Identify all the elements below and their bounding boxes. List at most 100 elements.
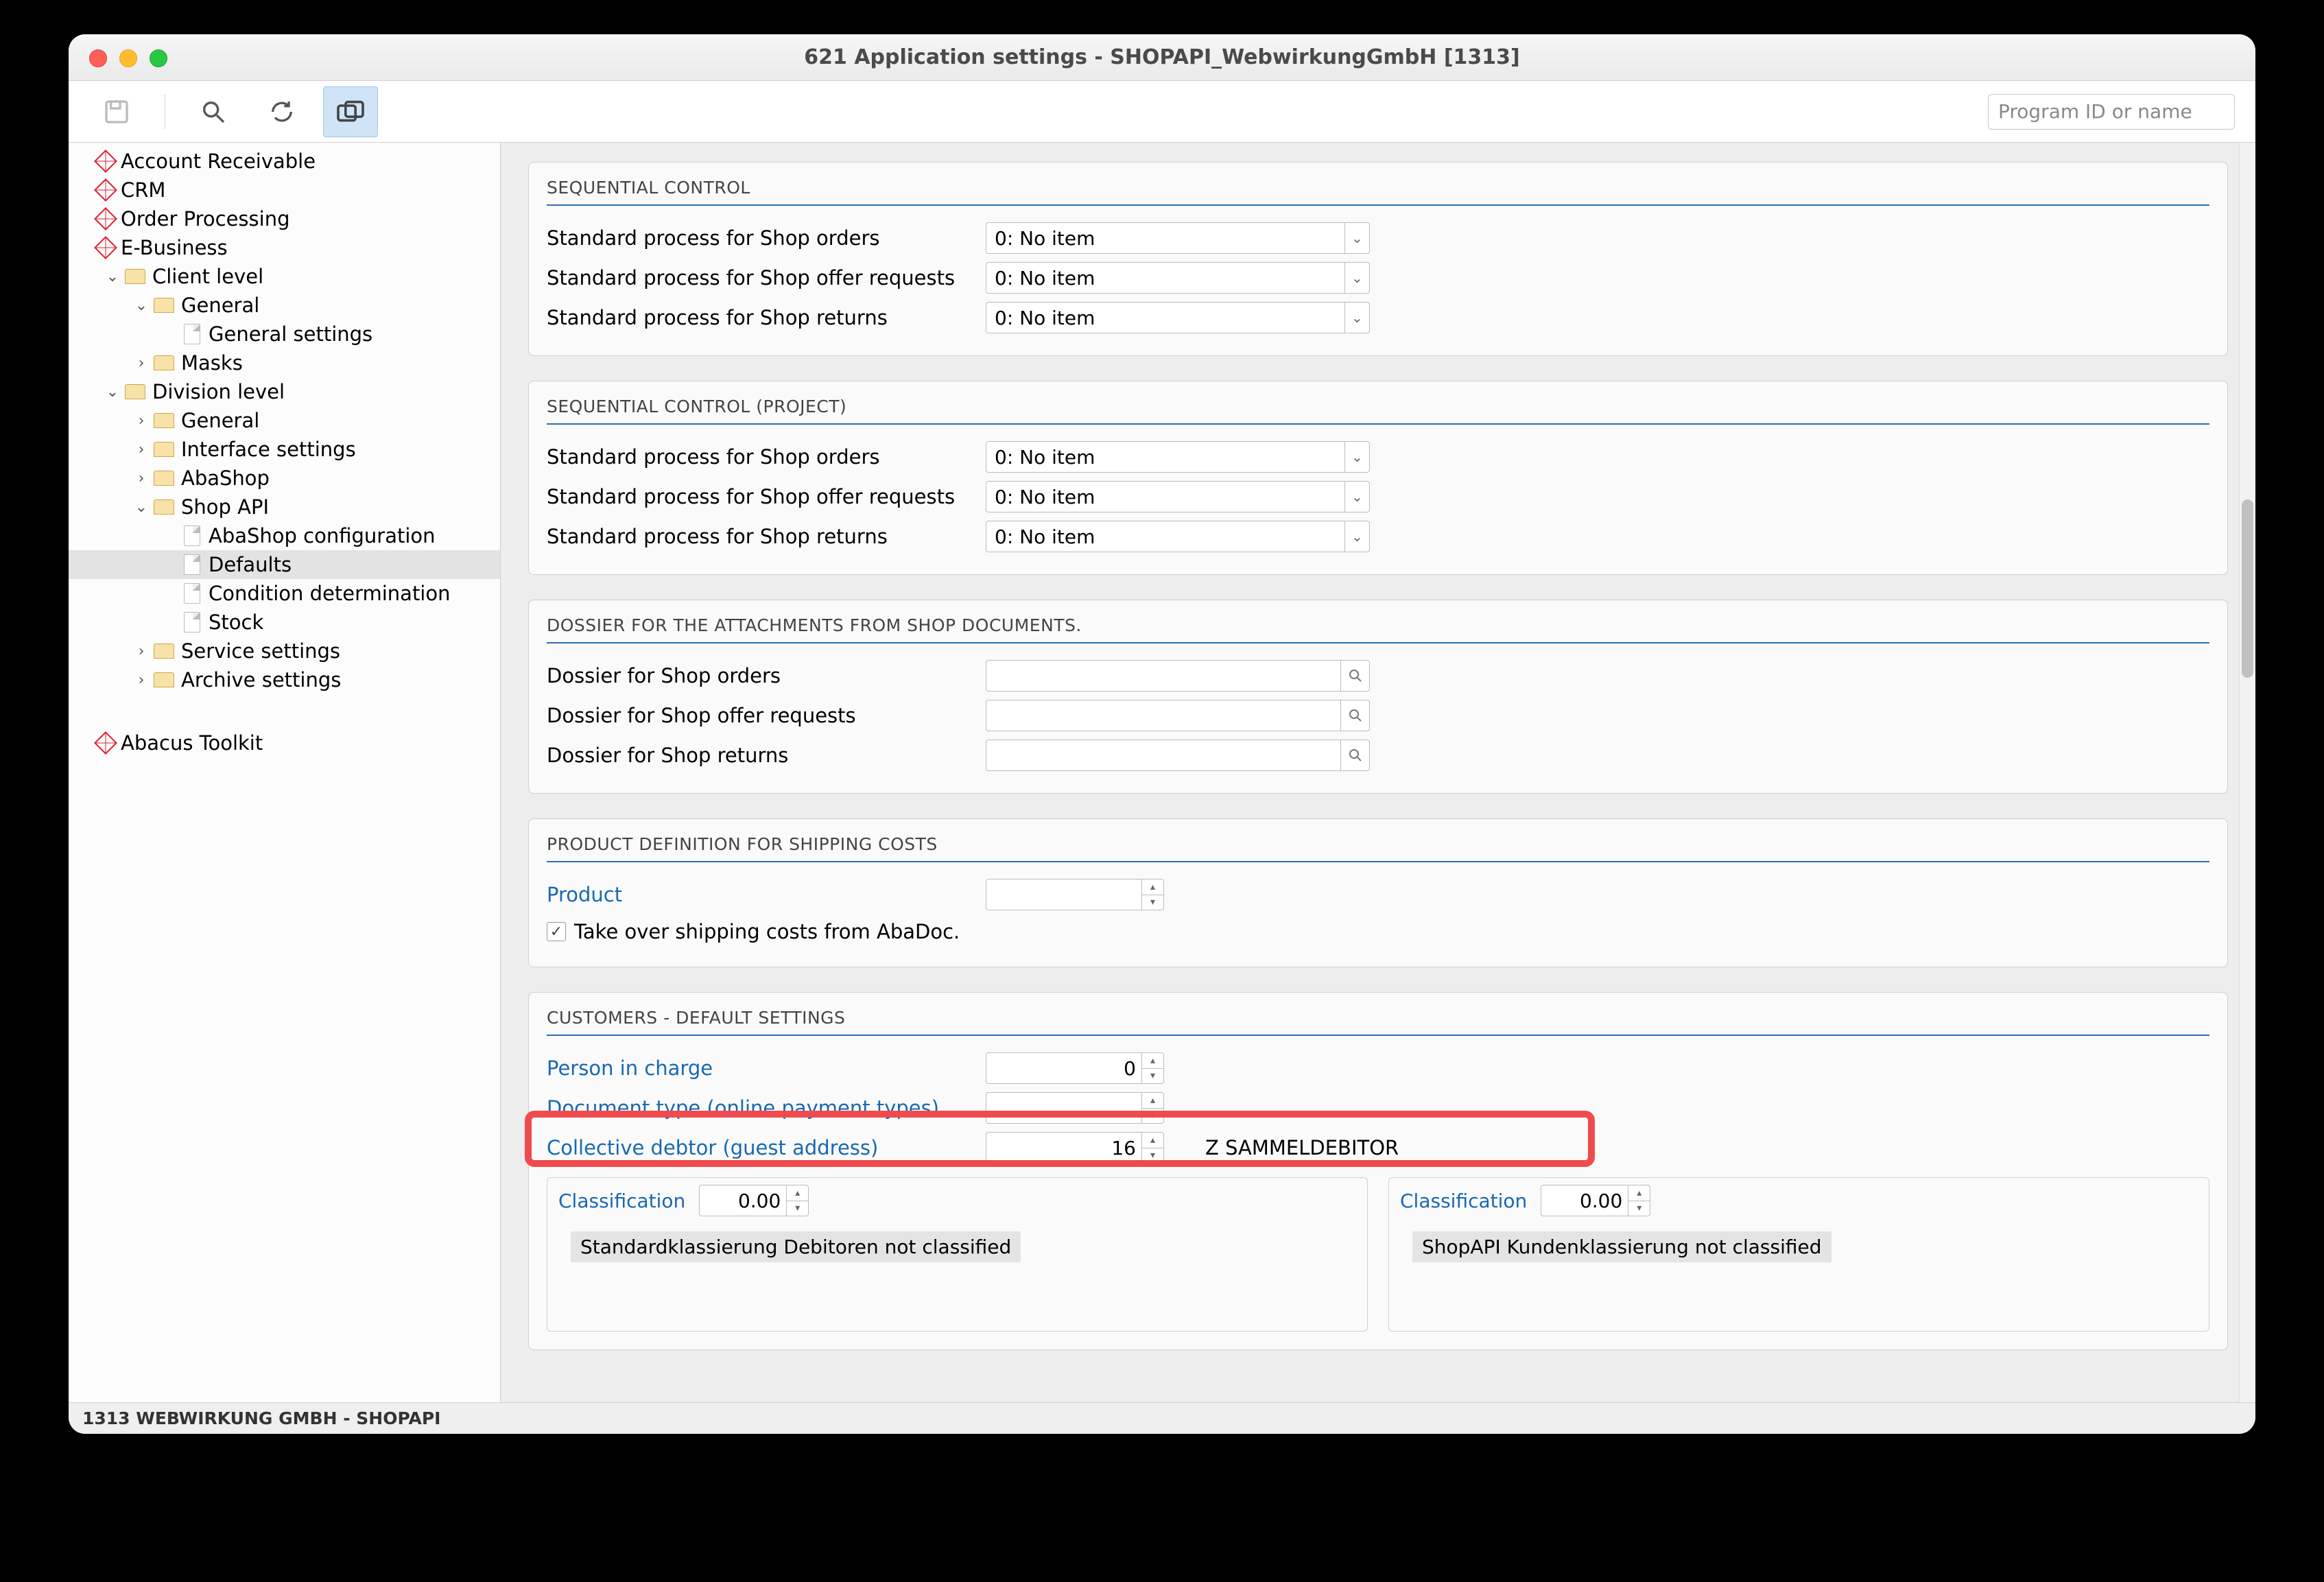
sidebar-item-defaults[interactable]: ▾ Defaults xyxy=(69,550,500,579)
classification-right-spinner[interactable]: 0.00 ▴▾ xyxy=(1541,1185,1650,1216)
sidebar-item-e-business[interactable]: ▾ E-Business xyxy=(69,233,500,262)
sidebar-item-order-processing[interactable]: ▾ Order Processing xyxy=(69,204,500,233)
sidebar-item-label: Abacus Toolkit xyxy=(121,731,263,755)
sidebar-item-abacus-toolkit[interactable]: ▾ Abacus Toolkit xyxy=(69,729,500,757)
sidebar-item-condition-determination[interactable]: ▾ Condition determination xyxy=(69,579,500,608)
window-controls xyxy=(89,49,167,67)
classification-label[interactable]: Classification xyxy=(1400,1190,1527,1212)
zoom-window-button[interactable] xyxy=(150,49,167,67)
arrow-down-icon[interactable]: ▾ xyxy=(1628,1201,1650,1216)
collective-debtor-spinner[interactable]: 16 ▴▾ xyxy=(986,1132,1164,1164)
sidebar-item-shop-api[interactable]: ⌄ Shop API xyxy=(69,493,500,521)
sidebar-item-account-receivable[interactable]: ▾ Account Receivable xyxy=(69,147,500,176)
classification-left-spinner[interactable]: 0.00 ▴▾ xyxy=(699,1185,809,1216)
field-label: Standard process for Shop orders xyxy=(547,445,986,469)
sidebar-item-label: Condition determination xyxy=(209,582,451,605)
person-spinner[interactable]: 0 ▴▾ xyxy=(986,1052,1164,1084)
chevron-down-icon: ⌄ xyxy=(1344,442,1369,472)
sidebar-item-general[interactable]: ⌄ General xyxy=(69,291,500,320)
field-label-link[interactable]: Collective debtor (guest address) xyxy=(547,1136,986,1159)
combo-proj-offers[interactable]: 0: No item ⌄ xyxy=(986,481,1370,512)
arrow-up-icon[interactable]: ▴ xyxy=(787,1185,808,1201)
diamond-icon xyxy=(94,207,117,231)
collective-debtor-name: Z SAMMELDEBITOR xyxy=(1205,1136,1399,1159)
sidebar-item-abashop-config[interactable]: ▾ AbaShop configuration xyxy=(69,521,500,550)
row-collective-debtor: Collective debtor (guest address) 16 ▴▾ … xyxy=(547,1128,2209,1168)
sidebar-item-archive-settings[interactable]: › Archive settings xyxy=(69,665,500,694)
sidebar-item-label: AbaShop xyxy=(181,467,270,490)
arrow-up-icon[interactable]: ▴ xyxy=(1142,1133,1163,1148)
arrow-up-icon[interactable]: ▴ xyxy=(1142,1053,1163,1069)
doc-type-spinner[interactable]: ▴▾ xyxy=(986,1092,1164,1124)
sidebar-item-crm[interactable]: ▾ CRM xyxy=(69,176,500,204)
classification-left: Classification 0.00 ▴▾ Standardklassieru… xyxy=(547,1177,1368,1332)
search-dossier-orders[interactable] xyxy=(986,660,1370,692)
combo-shop-returns[interactable]: 0: No item ⌄ xyxy=(986,302,1370,333)
field-label-link[interactable]: Document type (online payment types) xyxy=(547,1096,986,1120)
checkbox-checked-icon[interactable]: ✓ xyxy=(547,922,566,941)
arrow-down-icon[interactable]: ▾ xyxy=(1142,1069,1163,1084)
close-window-button[interactable] xyxy=(89,49,107,67)
sidebar-item-dl-general[interactable]: › General xyxy=(69,406,500,435)
field-label-link[interactable]: Product xyxy=(547,883,986,906)
page-icon xyxy=(184,526,200,546)
arrow-up-icon[interactable]: ▴ xyxy=(1628,1185,1650,1201)
sidebar-item-general-settings[interactable]: ▾ General settings xyxy=(69,320,500,349)
diamond-icon xyxy=(94,236,117,259)
minimize-window-button[interactable] xyxy=(119,49,137,67)
field-label: Dossier for Shop offer requests xyxy=(547,704,986,727)
search-dossier-offers[interactable] xyxy=(986,700,1370,731)
arrow-down-icon[interactable]: ▾ xyxy=(787,1201,808,1216)
panel-product-definition: PRODUCT DEFINITION FOR SHIPPING COSTS Pr… xyxy=(528,818,2228,967)
refresh-icon xyxy=(268,98,296,126)
sidebar-item-label: Archive settings xyxy=(181,668,341,692)
sidebar-item-stock[interactable]: ▾ Stock xyxy=(69,608,500,637)
page-icon xyxy=(184,583,200,604)
spinner-value: 16 xyxy=(986,1137,1163,1159)
panel-header: SEQUENTIAL CONTROL xyxy=(547,174,2209,206)
combo-shop-offers[interactable]: 0: No item ⌄ xyxy=(986,262,1370,294)
sidebar-item-label: General settings xyxy=(209,322,372,346)
sidebar-item-label: Service settings xyxy=(181,639,340,663)
product-spinner[interactable]: ▴▾ xyxy=(986,879,1164,910)
chevron-right-icon: › xyxy=(132,355,151,372)
sidebar-item-interface-settings[interactable]: › Interface settings xyxy=(69,435,500,464)
sidebar-item-label: Order Processing xyxy=(121,207,290,231)
combo-shop-orders[interactable]: 0: No item ⌄ xyxy=(986,222,1370,254)
arrow-down-icon[interactable]: ▾ xyxy=(1142,895,1163,910)
sidebar-item-label: General xyxy=(181,294,259,317)
arrow-up-icon[interactable]: ▴ xyxy=(1142,879,1163,895)
arrow-down-icon[interactable]: ▾ xyxy=(1142,1148,1163,1164)
refresh-button[interactable] xyxy=(254,86,309,137)
save-button[interactable] xyxy=(89,86,144,137)
combo-proj-orders[interactable]: 0: No item ⌄ xyxy=(986,441,1370,473)
field-label: Standard process for Shop returns xyxy=(547,306,986,329)
sidebar-item-division-level[interactable]: ⌄ Division level xyxy=(69,377,500,406)
arrow-down-icon[interactable]: ▾ xyxy=(1142,1109,1163,1124)
scrollbar-thumb[interactable] xyxy=(2242,499,2253,678)
diamond-icon xyxy=(94,178,117,202)
chevron-right-icon: › xyxy=(132,643,151,660)
combo-proj-returns[interactable]: 0: No item ⌄ xyxy=(986,521,1370,552)
combo-value: 0: No item xyxy=(995,227,1095,250)
classification-label[interactable]: Classification xyxy=(558,1190,685,1212)
take-over-checkbox-row[interactable]: ✓ Take over shipping costs from AbaDoc. xyxy=(547,914,2209,949)
cascade-windows-icon xyxy=(335,99,366,124)
folder-icon xyxy=(154,644,174,659)
search-dossier-returns[interactable] xyxy=(986,740,1370,771)
search-button[interactable] xyxy=(186,86,241,137)
folder-icon xyxy=(154,672,174,687)
program-search-input[interactable]: Program ID or name xyxy=(1988,94,2235,130)
arrow-up-icon[interactable]: ▴ xyxy=(1142,1093,1163,1109)
field-label: Standard process for Shop orders xyxy=(547,226,986,250)
windows-button[interactable] xyxy=(323,86,378,137)
chevron-right-icon: › xyxy=(132,470,151,487)
sidebar-item-abashop[interactable]: › AbaShop xyxy=(69,464,500,493)
vertical-scrollbar[interactable] xyxy=(2239,143,2255,1402)
sidebar-item-service-settings[interactable]: › Service settings xyxy=(69,637,500,665)
field-label-link[interactable]: Person in charge xyxy=(547,1056,986,1080)
chevron-down-icon: ⌄ xyxy=(1344,223,1369,253)
sidebar-item-client-level[interactable]: ⌄ Client level xyxy=(69,262,500,291)
sidebar-item-masks[interactable]: › Masks xyxy=(69,349,500,377)
sidebar-item-label: Stock xyxy=(209,611,263,634)
